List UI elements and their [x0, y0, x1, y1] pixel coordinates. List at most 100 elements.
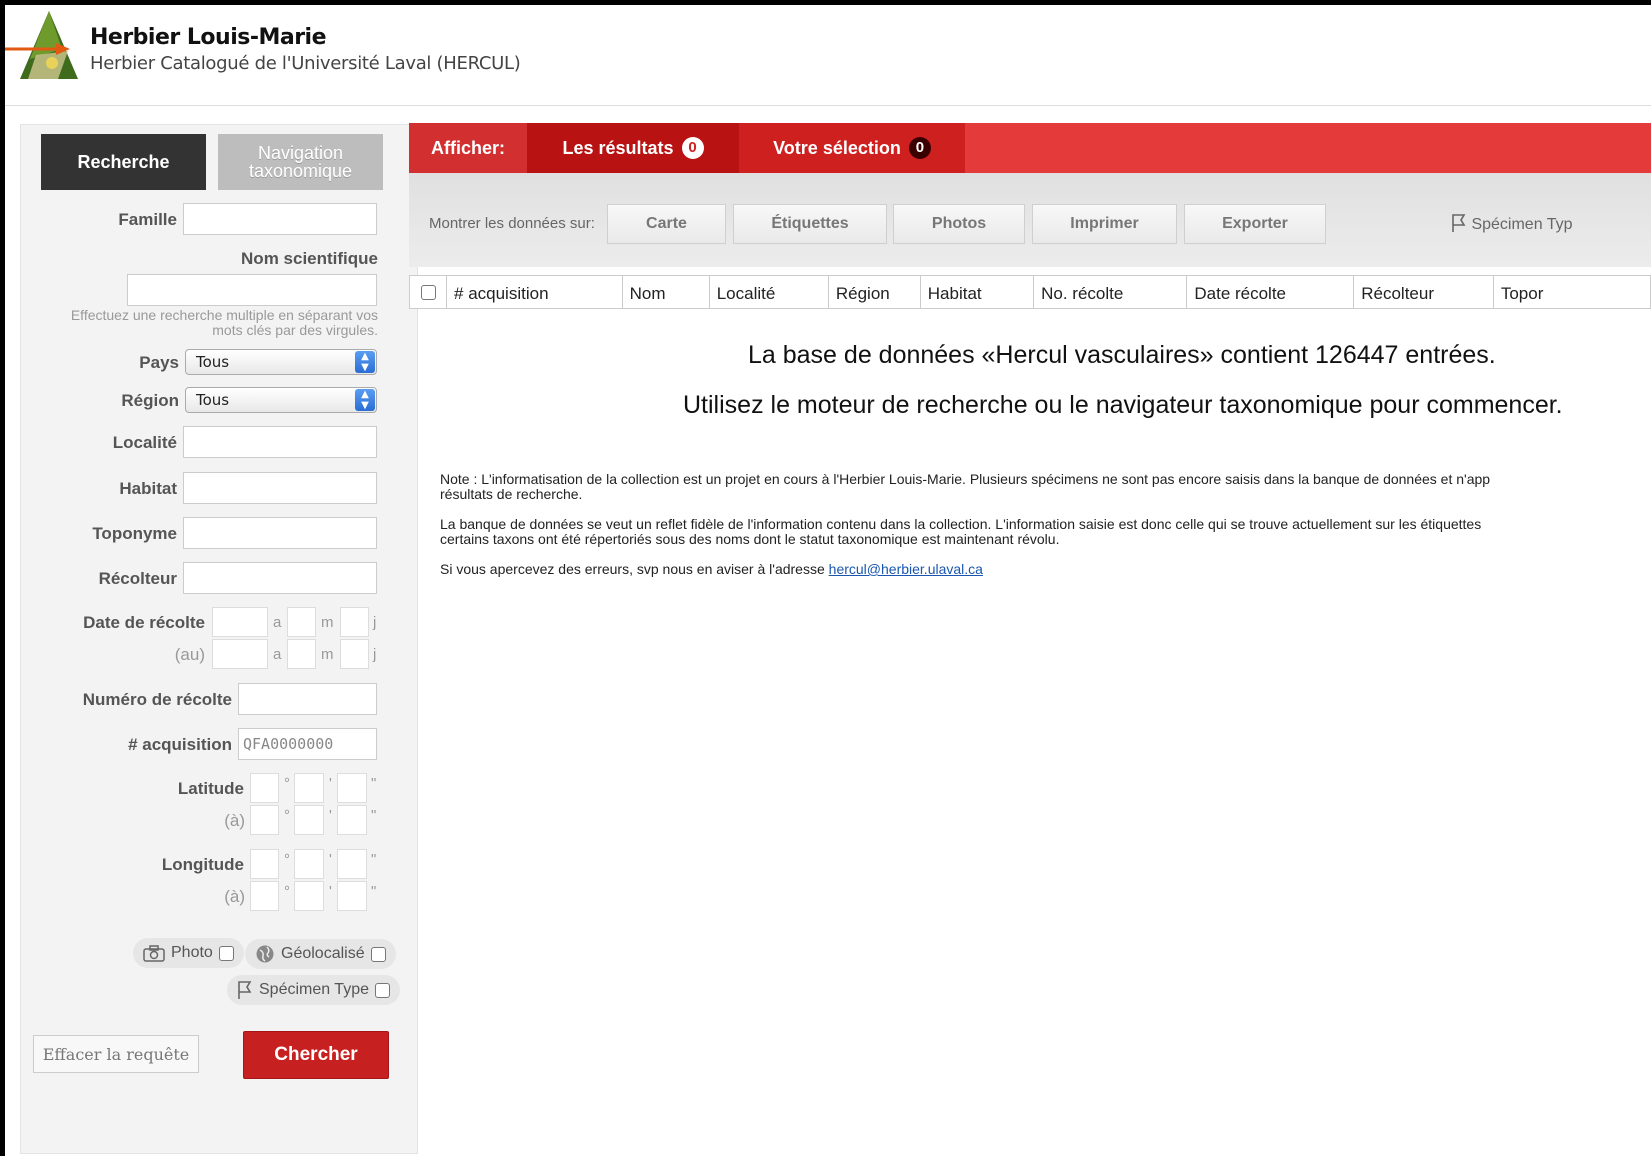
photo-checkbox[interactable] — [218, 945, 234, 961]
recolteur-field[interactable] — [183, 562, 377, 594]
unit-min: ' — [329, 883, 332, 900]
lat-from-min[interactable] — [294, 773, 324, 803]
date-to-day[interactable] — [340, 639, 369, 669]
unit-day: j — [373, 646, 377, 663]
lat-to-min[interactable] — [294, 805, 324, 835]
note3-text: Si vous apercevez des erreurs, svp nous … — [440, 561, 829, 577]
region-label: Région — [121, 391, 179, 410]
famille-label: Famille — [118, 210, 177, 229]
lon-to-deg[interactable] — [250, 881, 279, 911]
col-toponyme[interactable]: Topor — [1494, 276, 1650, 308]
filter-specimen-type[interactable]: Spécimen Type — [227, 975, 400, 1005]
acquisition-label: # acquisition — [128, 735, 232, 754]
carte-button[interactable]: Carte — [607, 204, 726, 244]
famille-field[interactable] — [183, 203, 377, 235]
globe-icon — [256, 945, 274, 963]
col-region[interactable]: Région — [829, 276, 921, 308]
flag-icon — [1452, 214, 1466, 232]
search-hint-line1: Effectuez une recherche multiple en sépa… — [70, 307, 378, 323]
filter-geolocalise-label: Géolocalisé — [281, 945, 365, 962]
clear-query-button[interactable]: Effacer la requête — [33, 1035, 199, 1073]
tab-les-resultats[interactable]: Les résultats 0 — [527, 123, 739, 173]
lon-to-sec[interactable] — [337, 881, 367, 911]
pays-select[interactable]: Tous ▲ ▼ — [185, 349, 377, 375]
col-localite[interactable]: Localité — [710, 276, 829, 308]
lat-to-sec[interactable] — [337, 805, 367, 835]
col-habitat[interactable]: Habitat — [921, 276, 1035, 308]
tab-votre-selection[interactable]: Votre sélection 0 — [739, 123, 965, 173]
select-arrows-icon: ▲ ▼ — [355, 389, 375, 411]
tab-nav-line2: taxonomique — [248, 161, 353, 181]
search-button[interactable]: Chercher — [243, 1031, 389, 1079]
note-paragraph-3: Si vous apercevez des erreurs, svp nous … — [440, 562, 1651, 577]
note1-line1: Note : L'informatisation de la collectio… — [440, 471, 1491, 487]
unit-sec: " — [371, 851, 377, 868]
photos-button[interactable]: Photos — [893, 204, 1025, 244]
show-data-on-label: Montrer les données sur: — [429, 215, 595, 232]
lon-to-min[interactable] — [294, 881, 324, 911]
specimen-type-filter[interactable]: Spécimen Typ — [1451, 213, 1573, 234]
toponyme-field[interactable] — [183, 517, 377, 549]
numero-recolte-field[interactable] — [238, 683, 377, 715]
tab-nav-line1: Navigation — [257, 143, 344, 163]
specimen-type-filter-label: Spécimen Typ — [1471, 216, 1573, 233]
date-from-year[interactable] — [212, 607, 268, 637]
database-count-message: La base de données «Hercul vasculaires» … — [748, 341, 1496, 369]
select-all-checkbox[interactable] — [420, 284, 436, 300]
localite-field[interactable] — [183, 426, 377, 458]
unit-month: m — [321, 614, 334, 631]
acquisition-field[interactable]: QFA0000000 — [238, 728, 377, 760]
camera-icon — [143, 944, 165, 962]
date-to-month[interactable] — [287, 639, 316, 669]
longitude-label: Longitude — [161, 855, 244, 874]
nom-scientifique-field[interactable] — [127, 274, 377, 306]
pays-value: Tous — [196, 353, 230, 371]
filter-geolocalise[interactable]: Géolocalisé — [245, 939, 396, 969]
select-arrows-icon: ▲ ▼ — [355, 351, 375, 373]
note2-line2: certains taxons ont été répertoriés sous… — [440, 531, 1060, 547]
lat-from-sec[interactable] — [337, 773, 367, 803]
etiquettes-button[interactable]: Étiquettes — [733, 204, 887, 244]
unit-deg: ° — [284, 883, 290, 900]
region-select[interactable]: Tous ▲ ▼ — [185, 387, 377, 413]
date-au-label: (au) — [174, 645, 205, 664]
site-title[interactable]: Herbier Louis-Marie — [90, 25, 327, 50]
email-link[interactable]: hercul@herbier.ulaval.ca — [829, 561, 983, 577]
col-recolteur[interactable]: Récolteur — [1354, 276, 1494, 308]
habitat-field[interactable] — [183, 472, 377, 504]
afficher-label: Afficher: — [409, 123, 527, 173]
filter-photo[interactable]: Photo — [133, 938, 244, 968]
unit-year: a — [273, 614, 282, 631]
lat-to-deg[interactable] — [250, 805, 279, 835]
tab-recherche[interactable]: Recherche — [41, 134, 206, 190]
exporter-button[interactable]: Exporter — [1184, 204, 1326, 244]
habitat-label: Habitat — [119, 479, 177, 498]
specimen-type-checkbox[interactable] — [375, 982, 390, 998]
imprimer-button[interactable]: Imprimer — [1032, 204, 1177, 244]
col-nom[interactable]: Nom — [623, 276, 710, 308]
geolocalise-checkbox[interactable] — [370, 946, 386, 962]
unit-deg: ° — [284, 851, 290, 868]
lat-from-deg[interactable] — [250, 773, 279, 803]
lon-from-sec[interactable] — [337, 849, 367, 879]
region-value: Tous — [196, 391, 230, 409]
lon-from-deg[interactable] — [250, 849, 279, 879]
tab-navigation-taxonomique[interactable]: Navigation taxonomique — [218, 134, 383, 190]
date-to-year[interactable] — [212, 639, 268, 669]
filter-specimen-type-label: Spécimen Type — [259, 981, 369, 998]
col-no-recolte[interactable]: No. récolte — [1034, 276, 1188, 308]
nom-scientifique-label: Nom scientifique — [241, 249, 378, 268]
col-acquisition[interactable]: # acquisition — [447, 276, 623, 308]
col-date-recolte[interactable]: Date récolte — [1187, 276, 1355, 308]
latitude-label: Latitude — [177, 779, 244, 798]
page: Herbier Louis-Marie Herbier Catalogué de… — [5, 5, 1651, 1156]
note-paragraph-1: Note : L'informatisation de la collectio… — [440, 472, 1651, 502]
date-from-month[interactable] — [287, 607, 316, 637]
search-hint-line2: mots clés par des virgules. — [212, 322, 378, 338]
results-table-header: # acquisition Nom Localité Région Habita… — [409, 275, 1651, 309]
note2-line1: La banque de données se veut un reflet f… — [440, 516, 1482, 532]
date-from-day[interactable] — [340, 607, 369, 637]
note-paragraph-2: La banque de données se veut un reflet f… — [440, 517, 1651, 547]
unit-sec: " — [371, 883, 377, 900]
lon-from-min[interactable] — [294, 849, 324, 879]
